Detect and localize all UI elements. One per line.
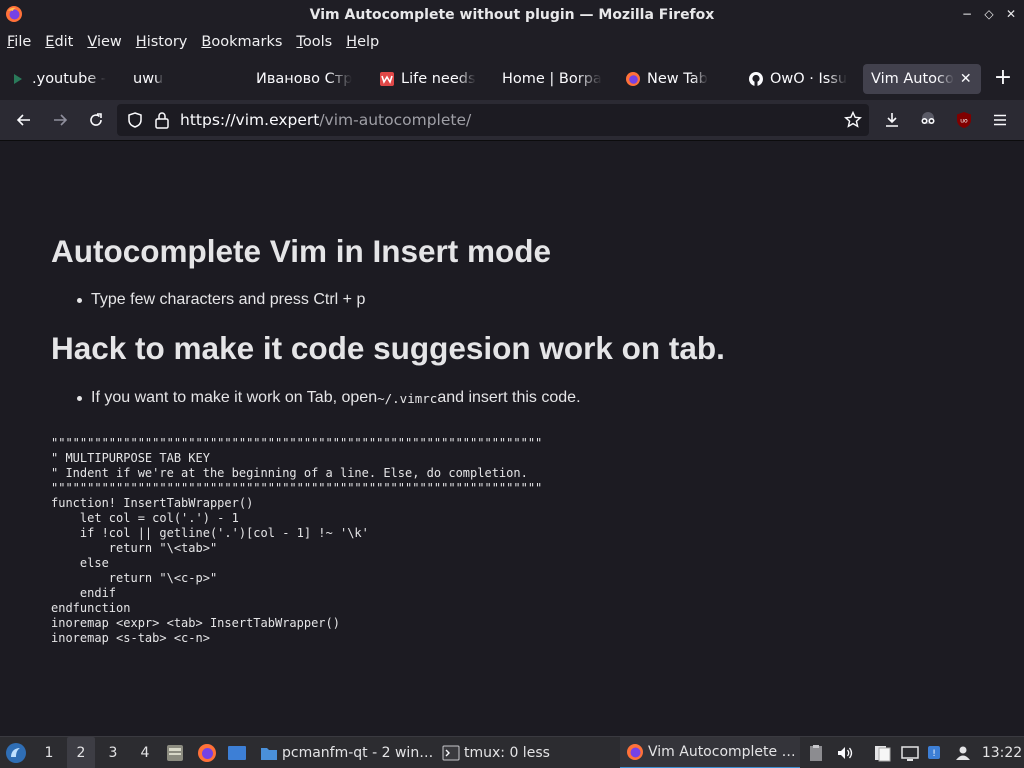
- volume-icon: [838, 747, 853, 759]
- display-icon: [901, 746, 919, 761]
- workspace-3[interactable]: 3: [99, 737, 127, 768]
- tab-new-tab[interactable]: New Tab: [625, 64, 725, 94]
- tray-user[interactable]: [953, 737, 973, 768]
- glasses-icon: [921, 112, 935, 124]
- arrow-right-icon: [54, 114, 68, 126]
- workspace-4[interactable]: 4: [131, 737, 159, 768]
- tab-home-borpa[interactable]: Home | Borpa: [502, 64, 612, 94]
- menu-history[interactable]: History: [136, 34, 188, 50]
- bullet-dot: [77, 297, 82, 303]
- menu-help[interactable]: Help: [346, 34, 379, 50]
- firefox-icon: [198, 744, 216, 762]
- red-favicon-icon: [379, 71, 395, 87]
- download-icon: [886, 113, 898, 127]
- taskbar: 1 2 3 4 pcmanfm-qt - 2 win… tmux: 0 less…: [0, 736, 1024, 768]
- workspace-1[interactable]: 1: [35, 737, 63, 768]
- terminal-icon: [442, 744, 460, 762]
- menu-bookmarks[interactable]: Bookmarks: [201, 34, 282, 50]
- github-favicon-icon: [748, 71, 764, 87]
- url-bar[interactable]: https://vim.expert/vim-autocomplete/: [117, 104, 869, 136]
- shield-icon[interactable]: [126, 111, 144, 129]
- tray-volume[interactable]: [835, 737, 855, 768]
- tab-uwu[interactable]: uwu: [133, 64, 233, 94]
- tab-ivanovo[interactable]: Иваново Стр: [256, 64, 356, 94]
- svg-text:uo: uo: [960, 118, 968, 125]
- window-title: Vim Autocomplete without plugin — Mozill…: [309, 6, 715, 23]
- task-pcmanfm[interactable]: pcmanfm-qt - 2 win…: [254, 737, 433, 768]
- tab-close-icon[interactable]: ✕: [960, 71, 972, 87]
- lxqt-start-icon: [6, 743, 26, 763]
- menu-tools[interactable]: Tools: [296, 34, 332, 50]
- youtube-favicon-icon: [10, 71, 26, 87]
- tab-github-owo[interactable]: OwO · Issu: [748, 64, 850, 94]
- tray-clipboard[interactable]: [808, 737, 824, 768]
- workspace-2[interactable]: 2: [67, 737, 95, 768]
- window-titlebar: Vim Autocomplete without plugin — Mozill…: [0, 0, 1024, 29]
- clipboard-icon: [810, 745, 822, 761]
- menu-view[interactable]: View: [87, 34, 121, 50]
- task-firefox-vim[interactable]: Vim Autocomplete …: [620, 737, 800, 768]
- svg-text:!: !: [932, 749, 936, 759]
- update-notifier-icon: !: [928, 746, 940, 759]
- new-tab-button[interactable]: +: [992, 67, 1014, 90]
- quicklaunch-files[interactable]: [164, 737, 186, 768]
- back-button[interactable]: [11, 108, 37, 132]
- list-item-vimrc: If you want to make it work on Tab, open…: [77, 389, 581, 407]
- navigation-bar: https://vim.expert/vim-autocomplete/ uo: [0, 100, 1024, 141]
- lock-icon[interactable]: [154, 111, 170, 129]
- tray-update[interactable]: !: [926, 737, 942, 768]
- tray-display[interactable]: [900, 737, 920, 768]
- folder-icon: [260, 744, 278, 762]
- extension-glasses-button[interactable]: [915, 108, 941, 132]
- tab-life-needs[interactable]: Life needs: [379, 64, 481, 94]
- close-window-icon[interactable]: ✕: [1004, 4, 1018, 24]
- code-block[interactable]: """"""""""""""""""""""""""""""""""""""""…: [51, 436, 542, 646]
- arrow-left-icon: [16, 114, 30, 126]
- tab-vim-autocomplete[interactable]: Vim Autoco ✕: [863, 64, 981, 94]
- window-controls: − ◇ ✕: [960, 4, 1018, 24]
- menu-edit[interactable]: Edit: [45, 34, 73, 50]
- notes-icon: [875, 746, 891, 762]
- tray-notes[interactable]: [872, 737, 892, 768]
- reload-icon: [90, 113, 102, 126]
- maximize-icon[interactable]: ◇: [982, 4, 996, 24]
- downloads-button[interactable]: [879, 108, 905, 132]
- firefox-logo-icon[interactable]: [5, 5, 23, 23]
- heading-autocomplete: Autocomplete Vim in Insert mode: [51, 233, 552, 269]
- url-text[interactable]: https://vim.expert/vim-autocomplete/: [180, 111, 471, 129]
- hamburger-menu-icon: [994, 114, 1006, 126]
- quicklaunch-firefox[interactable]: [196, 737, 218, 768]
- heading-hack-tab: Hack to make it code suggesion work on t…: [51, 330, 725, 366]
- user-switch-icon: [956, 746, 970, 760]
- tab-youtube[interactable]: .youtube -: [10, 64, 110, 94]
- reload-button[interactable]: [83, 108, 109, 132]
- forward-button[interactable]: [47, 108, 73, 132]
- task-tmux[interactable]: tmux: 0 less: [436, 737, 614, 768]
- firefox-icon: [626, 743, 644, 761]
- minimize-icon[interactable]: −: [960, 4, 974, 24]
- tab-bar: .youtube - uwu Иваново Стр Life needs Ho…: [0, 55, 1024, 100]
- menu-file[interactable]: File: [7, 34, 31, 50]
- file-manager-icon: [167, 745, 183, 761]
- show-desktop-icon: [228, 746, 246, 760]
- ublock-button[interactable]: uo: [951, 108, 977, 132]
- start-menu-button[interactable]: [4, 737, 28, 768]
- ublock-origin-icon: uo: [957, 112, 971, 128]
- bullet-dot: [77, 395, 82, 401]
- list-item-ctrl-p: Type few characters and press Ctrl + p: [77, 291, 365, 309]
- menu-bar: File Edit View History Bookmarks Tools H…: [0, 29, 1024, 55]
- bookmark-star-icon[interactable]: [844, 111, 862, 129]
- clock[interactable]: 13:22: [982, 737, 1022, 768]
- vimrc-path-code: ~/.vimrc: [377, 390, 438, 406]
- firefox-favicon-icon: [625, 71, 641, 87]
- page-content: Autocomplete Vim in Insert mode Type few…: [0, 141, 1024, 736]
- quicklaunch-desktop[interactable]: [226, 737, 248, 768]
- app-menu-button[interactable]: [987, 108, 1013, 132]
